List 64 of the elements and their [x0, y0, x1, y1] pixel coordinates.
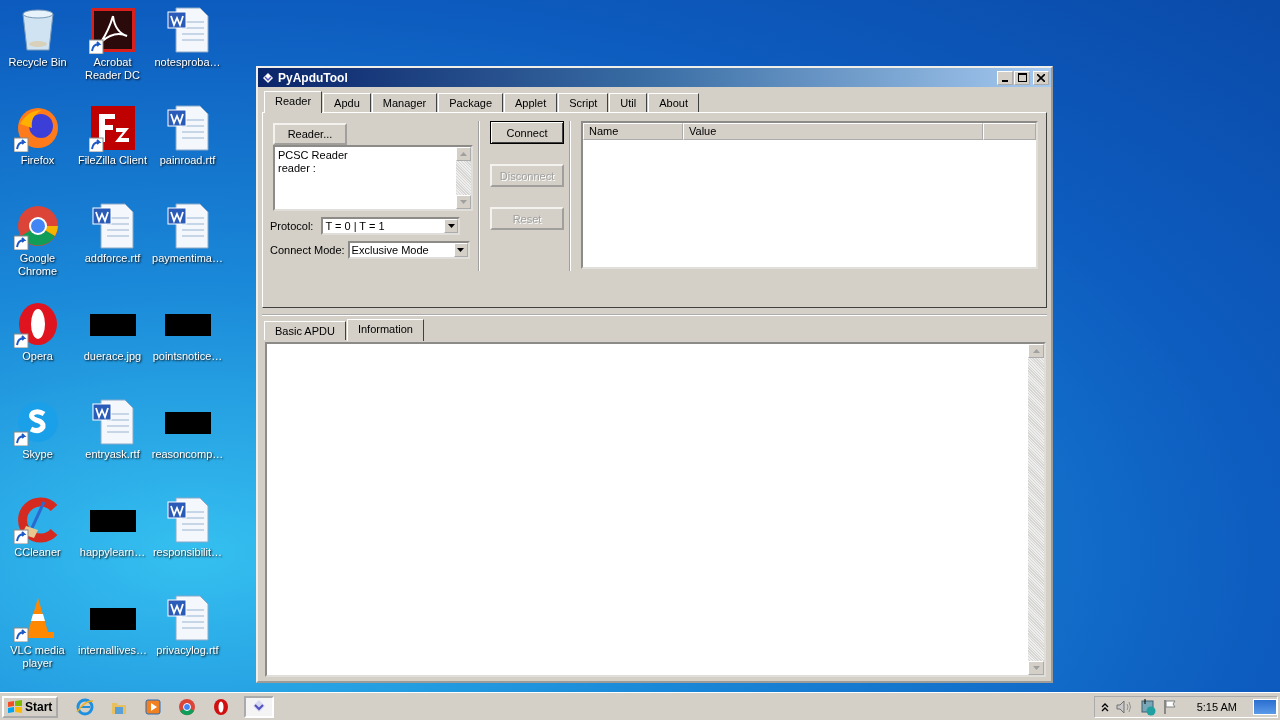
scrollbar[interactable]	[456, 147, 471, 209]
tab[interactable]: Script	[558, 93, 609, 112]
chrome-icon	[178, 697, 197, 716]
acrobat-icon[interactable]	[88, 6, 137, 54]
desktop-icon-label[interactable]: notesproba…	[154, 56, 221, 69]
desktop-icon-label[interactable]: paymentima…	[152, 252, 223, 265]
down-arrow-icon	[1032, 666, 1040, 670]
opera-icon	[212, 697, 231, 716]
desktop-icon-label[interactable]: Google Chrome	[0, 252, 75, 278]
reader-button[interactable]: Reader...	[273, 123, 347, 145]
desktop-icon-label[interactable]: Firefox	[20, 154, 55, 167]
down-arrow-icon	[460, 200, 467, 204]
filezilla-icon[interactable]	[88, 104, 137, 152]
tab[interactable]: About	[648, 93, 699, 112]
desktop-icon-label[interactable]: Recycle Bin	[8, 56, 67, 69]
protocol-dropdown[interactable]: T = 0 | T = 1	[321, 217, 461, 235]
start-button[interactable]: Start	[2, 695, 59, 718]
connect-mode-label: Connect Mode:	[270, 244, 345, 256]
desktop-icon-label[interactable]: pointsnotice…	[152, 350, 223, 363]
flag-icon[interactable]	[1162, 698, 1177, 715]
maximize-icon	[1017, 73, 1027, 82]
tab[interactable]: Basic APDU	[264, 321, 346, 340]
tab[interactable]: Apdu	[323, 93, 371, 112]
up-arrow-icon	[1032, 349, 1040, 353]
media-player-icon	[144, 697, 163, 716]
clock[interactable]: 5:15 AM	[1196, 700, 1237, 713]
tab[interactable]: Util	[609, 93, 648, 112]
desktop-icon-label[interactable]: Acrobat Reader DC	[75, 56, 150, 82]
tab[interactable]: Information	[346, 319, 424, 341]
up-arrow-icon	[460, 152, 467, 156]
desktop-icon-label[interactable]: FileZilla Client	[77, 154, 148, 167]
windows-logo-icon	[7, 699, 23, 714]
tab[interactable]: Applet	[504, 93, 558, 112]
desktop-icon-label[interactable]: painroad.rtf	[159, 154, 216, 167]
internet-explorer-icon	[76, 697, 95, 716]
scrollbar[interactable]	[1028, 344, 1044, 675]
tab[interactable]: Reader	[264, 91, 323, 113]
chevron-up-icon[interactable]	[1100, 701, 1109, 712]
column-header[interactable]: Value	[683, 123, 983, 140]
close-button[interactable]	[1033, 70, 1049, 85]
action-button[interactable]: Connect	[490, 121, 564, 144]
show-desktop-button[interactable]	[1253, 698, 1277, 715]
list-item[interactable]: reader :	[278, 162, 453, 175]
tab[interactable]: Package	[438, 93, 503, 112]
minimize-button[interactable]	[997, 70, 1013, 85]
list-item[interactable]: PCSC Reader	[278, 149, 453, 162]
desktop-icon-label[interactable]: Opera	[22, 350, 53, 363]
protocol-label: Protocol:	[270, 220, 314, 232]
speaker-icon[interactable]	[1114, 698, 1133, 715]
dropdown-arrow-icon	[447, 224, 455, 228]
column-header[interactable]: Name	[583, 123, 683, 140]
close-icon	[1037, 73, 1045, 82]
app-icon	[262, 71, 274, 84]
minimize-icon	[1002, 79, 1008, 82]
reader-list[interactable]: PCSC Reader reader :	[273, 145, 473, 211]
tab[interactable]: Manager	[371, 93, 438, 112]
maximize-button[interactable]	[1014, 70, 1030, 85]
window-title: PyApduTool	[278, 70, 349, 85]
connect-mode-dropdown[interactable]: Exclusive Mode	[347, 241, 470, 259]
dropdown-arrow-icon	[457, 248, 465, 252]
taskbar-button[interactable]	[244, 695, 275, 718]
desktop-icon-label[interactable]: duerace.jpg	[83, 350, 142, 363]
network-icon[interactable]	[1138, 697, 1157, 716]
desktop-icon-label[interactable]: addforce.rtf	[84, 252, 141, 265]
